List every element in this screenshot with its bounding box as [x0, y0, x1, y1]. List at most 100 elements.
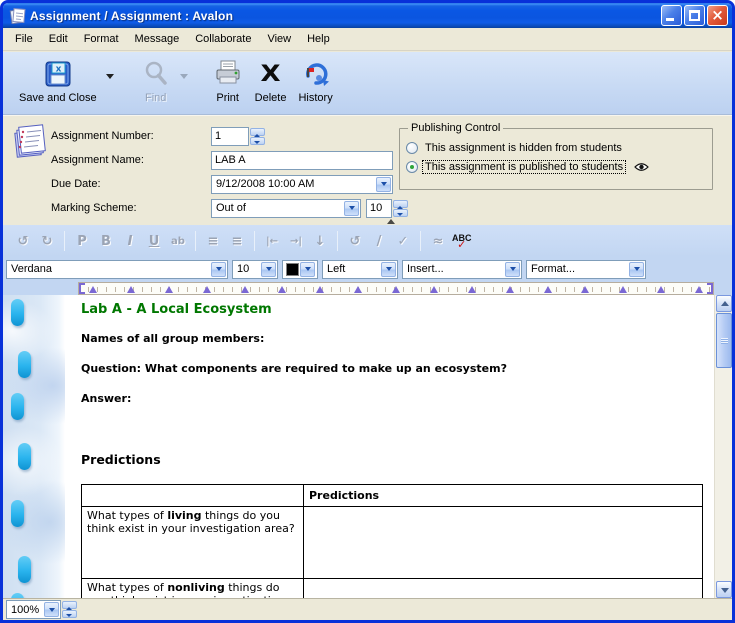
window-title: Assignment / Assignment : Avalon	[30, 9, 661, 23]
due-date-arrow-icon	[376, 177, 391, 192]
scrollbar-thumb[interactable]	[716, 313, 732, 368]
insert-dropdown[interactable]: Insert...	[402, 260, 522, 279]
signature-icon[interactable]: ≈	[428, 230, 448, 252]
delete-button[interactable]: X Delete	[249, 56, 293, 106]
bold-icon[interactable]: B	[96, 230, 116, 252]
history-button[interactable]: History	[292, 56, 338, 106]
assignment-number-spinner[interactable]	[250, 128, 265, 145]
tab-stop-marker[interactable]	[430, 282, 438, 293]
numbered-list-icon[interactable]: ≡	[227, 230, 247, 252]
font-name-dropdown[interactable]: Verdana	[6, 260, 228, 279]
splitter-handle[interactable]	[387, 215, 395, 224]
ruler[interactable]	[78, 282, 714, 295]
radio-unchecked-icon[interactable]	[406, 142, 418, 154]
tab-stop-marker[interactable]	[581, 282, 589, 293]
rotate-icon[interactable]: ↺	[345, 230, 365, 252]
tab-stop-marker[interactable]	[506, 282, 514, 293]
find-button[interactable]: Find	[135, 56, 177, 106]
hidden-option-label: This assignment is hidden from students	[423, 142, 624, 154]
due-date-dropdown[interactable]: 9/12/2008 10:00 AM	[211, 175, 393, 194]
undo-icon[interactable]: ↺	[13, 230, 33, 252]
minimize-icon	[666, 18, 674, 21]
published-to-students-option[interactable]: This assignment is published to students	[406, 157, 706, 176]
find-dropdown-arrow[interactable]	[177, 56, 191, 96]
close-button[interactable]: ×	[707, 5, 728, 26]
italic-icon[interactable]: I	[120, 230, 140, 252]
find-label: Find	[145, 92, 166, 104]
app-document-icon	[9, 8, 26, 24]
window-controls: ×	[661, 5, 728, 26]
notebook-margin-decoration	[3, 295, 65, 598]
menu-collaborate[interactable]: Collaborate	[187, 30, 259, 48]
tab-stop-marker[interactable]	[278, 282, 286, 293]
underline-icon[interactable]: U	[144, 230, 164, 252]
minimize-button[interactable]	[661, 5, 682, 26]
maximize-button[interactable]	[684, 5, 705, 26]
print-button[interactable]: Print	[207, 56, 249, 106]
tab-stop-marker[interactable]	[619, 282, 627, 293]
menu-format[interactable]: Format	[76, 30, 127, 48]
tab-stop-marker[interactable]	[544, 282, 552, 293]
vertical-scrollbar[interactable]	[714, 295, 732, 598]
menu-edit[interactable]: Edit	[41, 30, 76, 48]
save-and-close-button[interactable]: x Save and Close	[13, 56, 103, 106]
binding-capsule-icon	[11, 500, 24, 527]
scroll-up-button[interactable]	[716, 295, 732, 312]
marking-scheme-dropdown[interactable]: Out of	[211, 199, 361, 218]
tab-stop-marker[interactable]	[657, 282, 665, 293]
format-dropdown[interactable]: Format...	[526, 260, 646, 279]
inline-style-icon[interactable]: ab	[168, 230, 188, 252]
spellcheck-button[interactable]: ABC ✓	[452, 234, 472, 249]
redo-icon[interactable]: ↻	[37, 230, 57, 252]
tab-stop-marker[interactable]	[127, 282, 135, 293]
tab-stop-marker[interactable]	[89, 282, 97, 293]
ruler-left-margin-marker[interactable]	[79, 283, 85, 294]
tab-stop-marker[interactable]	[203, 282, 211, 293]
document-content[interactable]: Lab A - A Local Ecosystem Names of all g…	[65, 295, 714, 598]
menu-view[interactable]: View	[259, 30, 299, 48]
assignment-number-field[interactable]: 1	[211, 127, 249, 146]
format-value: Format...	[527, 263, 628, 275]
publishing-control-group: Publishing Control This assignment is hi…	[399, 122, 713, 190]
due-date-value: 9/12/2008 10:00 AM	[212, 178, 375, 190]
zoom-value: 100%	[7, 604, 43, 616]
tab-stop-marker[interactable]	[316, 282, 324, 293]
tab-stop-marker[interactable]	[165, 282, 173, 293]
zoom-spinner[interactable]	[62, 601, 77, 618]
document-editor[interactable]: Lab A - A Local Ecosystem Names of all g…	[3, 295, 732, 598]
tab-stop-marker[interactable]	[354, 282, 362, 293]
hidden-from-students-option[interactable]: This assignment is hidden from students	[406, 138, 706, 157]
tab-stop-marker[interactable]	[392, 282, 400, 293]
tab-stop-marker[interactable]	[695, 282, 703, 293]
nonliving-answer-cell[interactable]	[304, 579, 703, 599]
pen-icon[interactable]: /	[369, 230, 389, 252]
menu-message[interactable]: Message	[127, 30, 188, 48]
alignment-dropdown[interactable]: Left	[322, 260, 398, 279]
cell-text: What types of	[87, 509, 167, 522]
tab-stop-marker[interactable]	[468, 282, 476, 293]
move-down-icon[interactable]: ↓	[310, 230, 330, 252]
accept-check-icon[interactable]: ✓	[393, 230, 413, 252]
font-color-dropdown[interactable]	[282, 260, 318, 279]
radio-checked-icon[interactable]	[406, 161, 418, 173]
zoom-dropdown[interactable]: 100%	[6, 600, 61, 619]
bullet-list-icon[interactable]: ≡	[203, 230, 223, 252]
indent-increase-icon[interactable]: →|	[286, 230, 306, 252]
font-size-dropdown[interactable]: 10	[232, 260, 278, 279]
menu-help[interactable]: Help	[299, 30, 338, 48]
scroll-down-button[interactable]	[716, 581, 732, 598]
assignment-name-input[interactable]	[211, 151, 393, 170]
ruler-right-margin-marker[interactable]	[707, 283, 713, 294]
paragraph-icon[interactable]: P	[72, 230, 92, 252]
toolbar-separator	[195, 231, 196, 251]
living-question-cell: What types of living things do you think…	[82, 507, 304, 579]
font-color-swatch	[286, 263, 299, 276]
marking-points-spinner[interactable]	[393, 200, 408, 217]
living-answer-cell[interactable]	[304, 507, 703, 579]
delete-icon: X	[261, 63, 281, 85]
save-dropdown-arrow[interactable]	[103, 56, 117, 96]
cell-bold-text: nonliving	[167, 581, 224, 594]
menu-file[interactable]: File	[7, 30, 41, 48]
indent-decrease-icon[interactable]: |←	[262, 230, 282, 252]
tab-stop-marker[interactable]	[241, 282, 249, 293]
